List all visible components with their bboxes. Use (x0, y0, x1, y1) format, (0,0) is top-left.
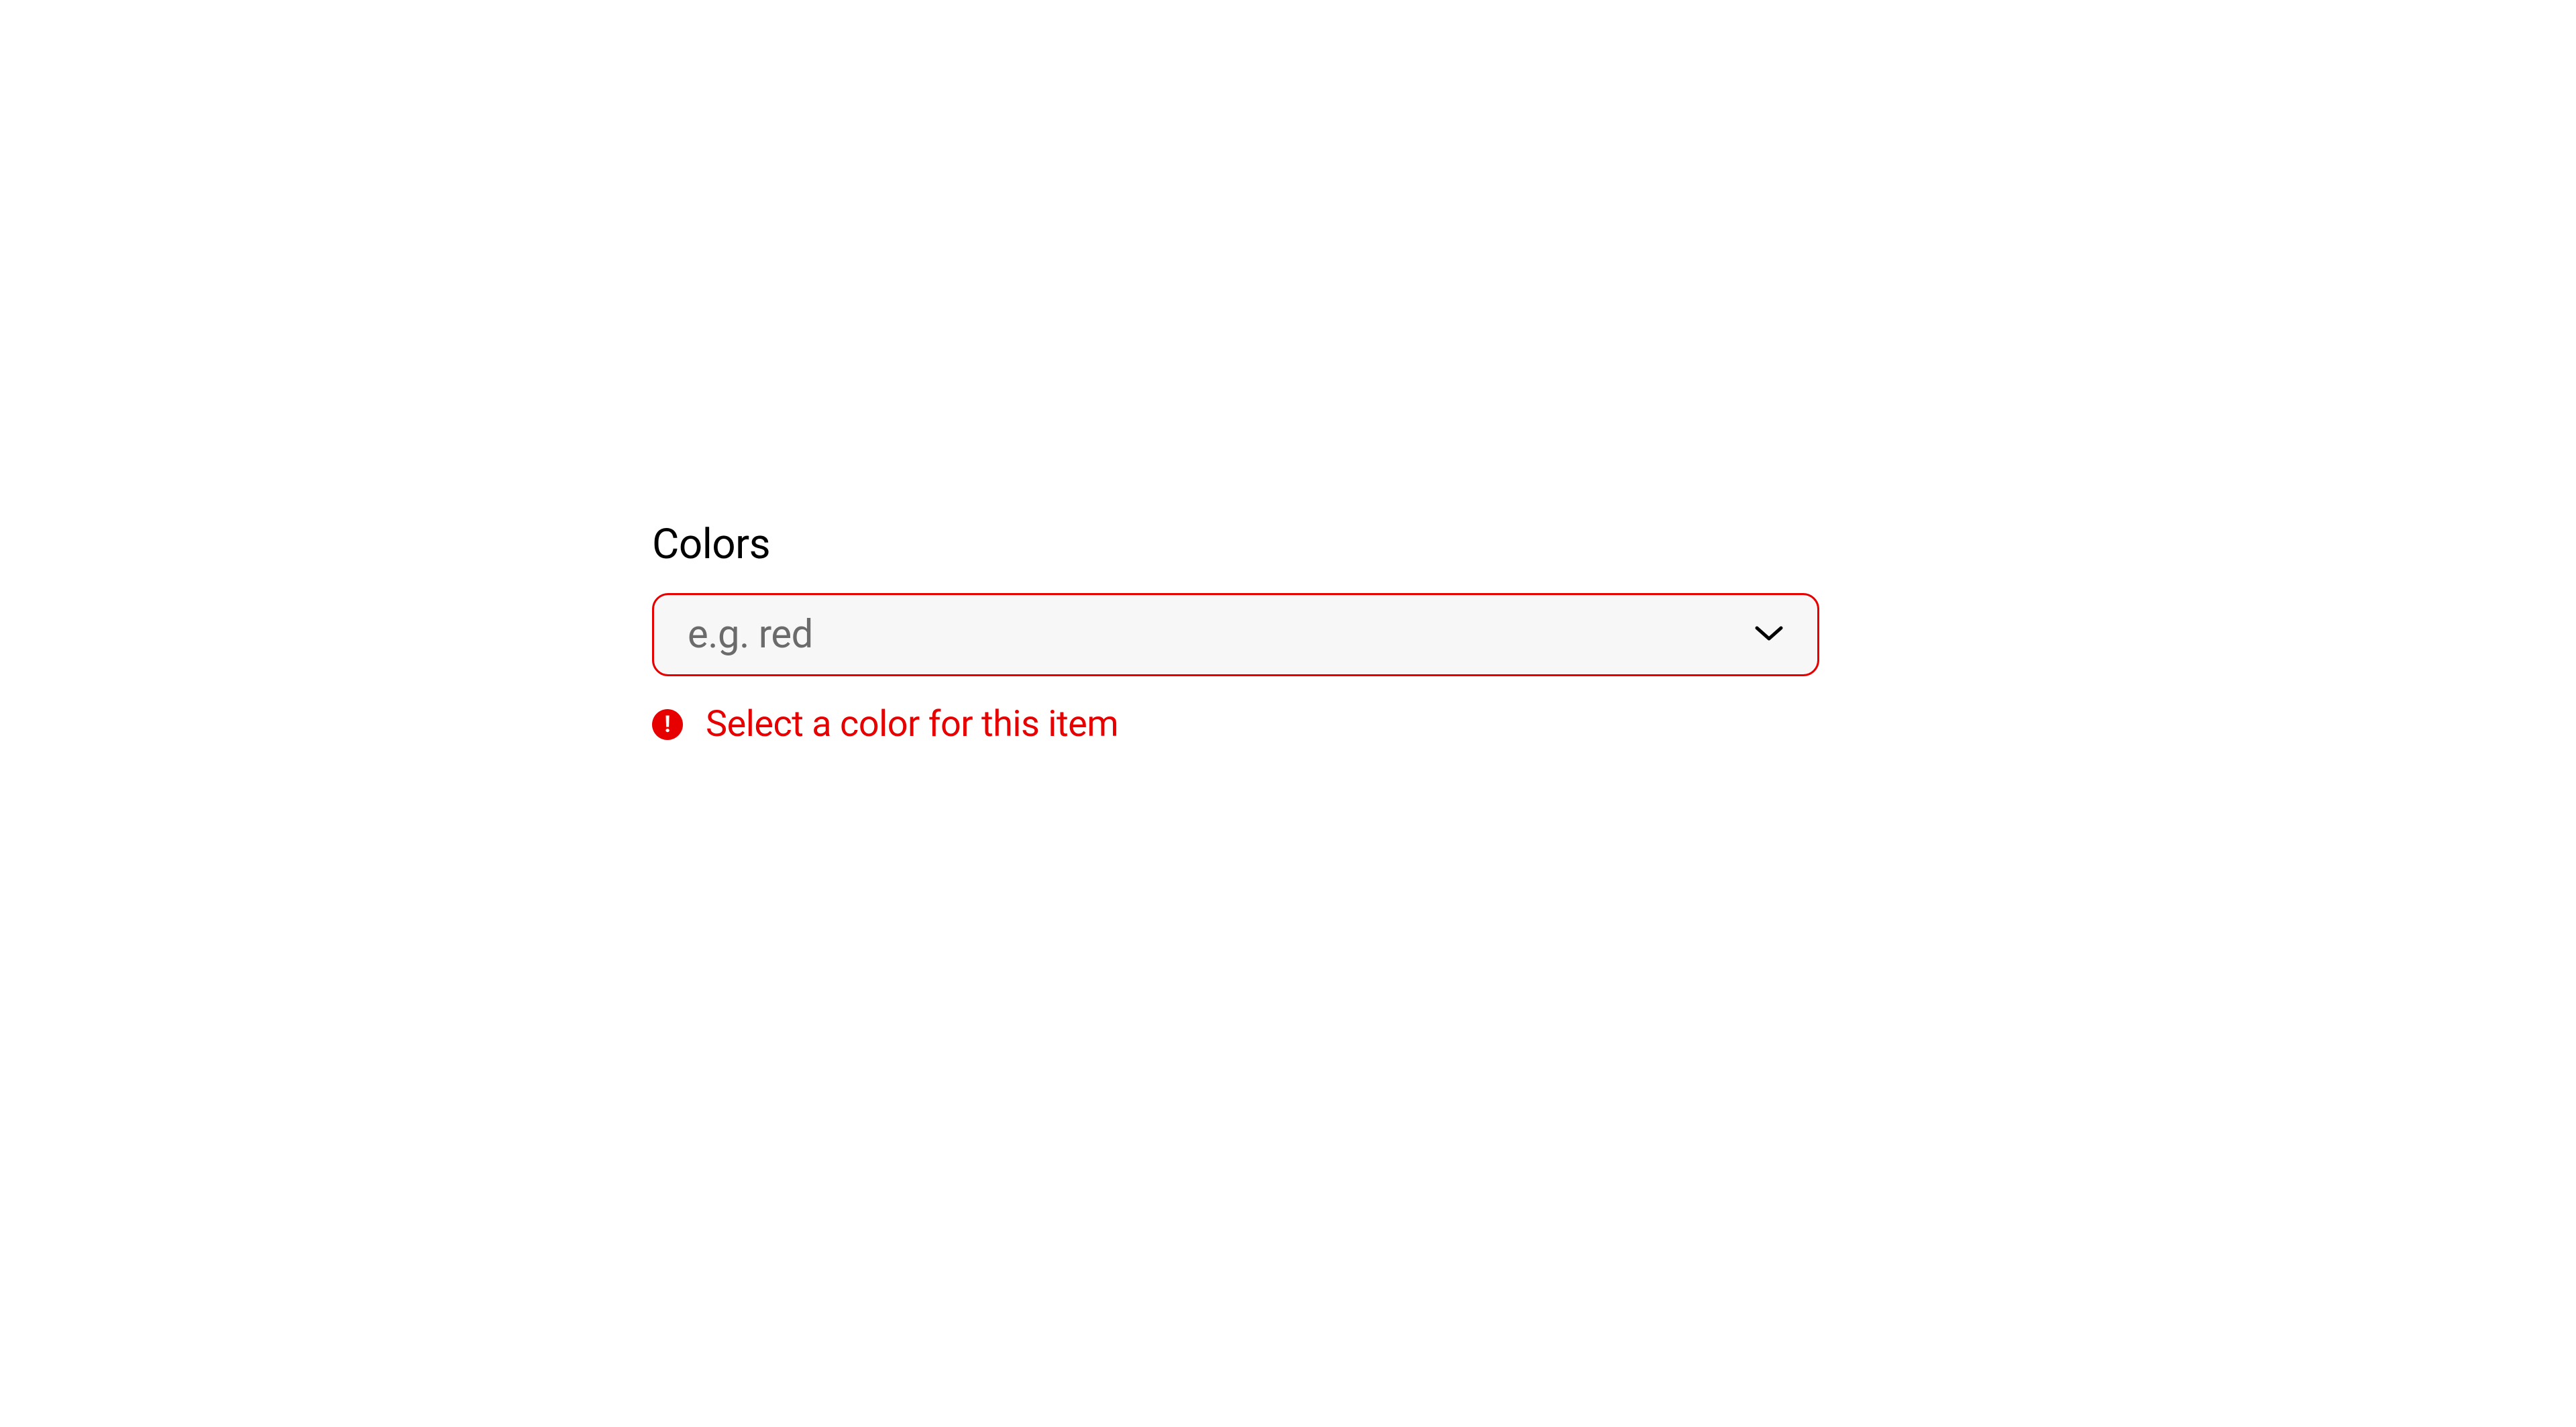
exclamation-icon: ! (664, 713, 670, 736)
combobox-placeholder: e.g. red (688, 612, 813, 657)
error-icon: ! (652, 709, 683, 740)
color-combobox[interactable]: e.g. red (652, 593, 1819, 676)
error-message-text: Select a color for this item (706, 703, 1118, 745)
field-label: Colors (652, 520, 1819, 569)
color-field-group: Colors e.g. red ! Select a color for thi… (652, 520, 1819, 745)
error-message-row: ! Select a color for this item (652, 703, 1819, 745)
chevron-down-icon (1754, 624, 1784, 645)
